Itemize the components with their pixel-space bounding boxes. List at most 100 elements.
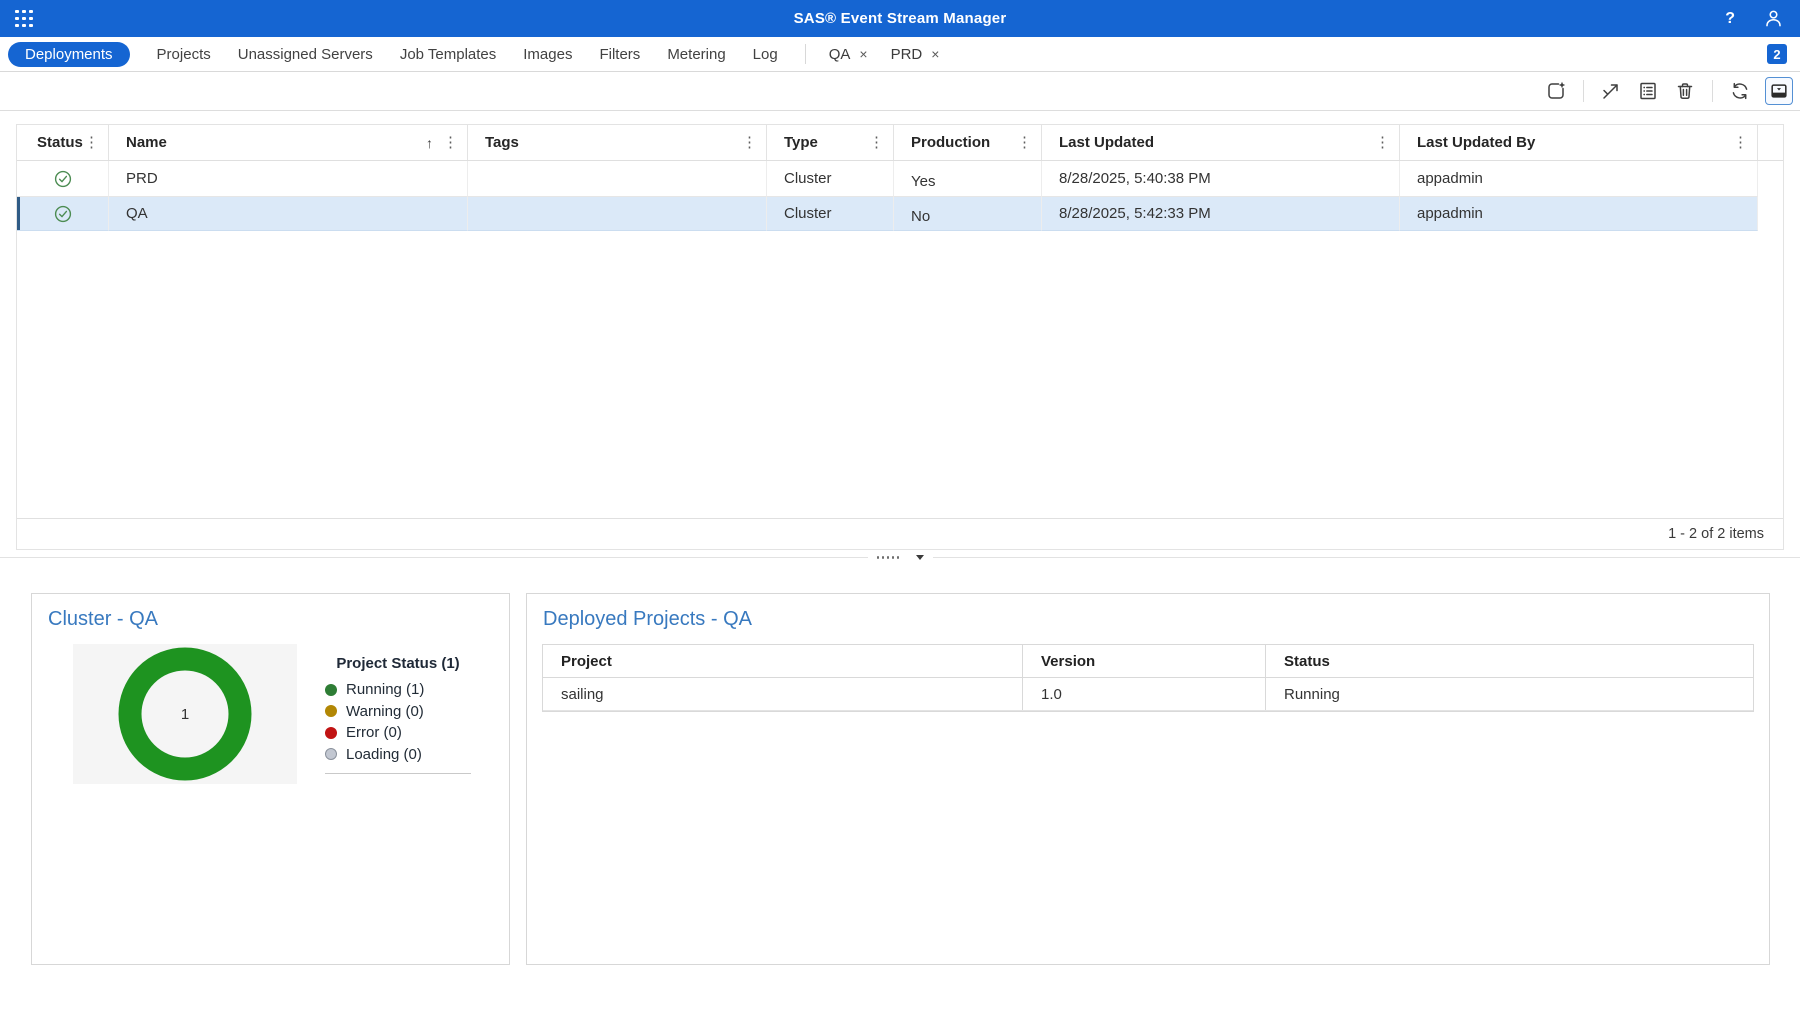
deployed-projects-panel: Deployed Projects - QA Project Version S… (526, 593, 1770, 965)
legend-item-warning: Warning (0) (325, 701, 471, 723)
legend-item-running: Running (1) (325, 679, 471, 701)
column-label: Tags (485, 134, 519, 151)
project-status-donut-chart: 1 (73, 644, 297, 784)
cluster-panel-title: Cluster - QA (48, 608, 509, 631)
refresh-icon[interactable] (1728, 78, 1752, 104)
column-menu-icon[interactable]: ⋮ (1017, 135, 1032, 150)
column-menu-icon[interactable]: ⋮ (443, 135, 458, 150)
column-header-project: Project (543, 645, 1023, 677)
grid-empty-area (17, 231, 1783, 518)
column-label: Status (37, 134, 83, 151)
new-deployment-icon[interactable] (1544, 78, 1568, 104)
status-ok-icon (54, 170, 72, 188)
toolbar-divider (1712, 80, 1713, 102)
grid-footer: 1 - 2 of 2 items (17, 518, 1783, 549)
tab-qa[interactable]: QA × (829, 46, 868, 63)
column-label: Type (784, 134, 818, 151)
tags-cell (468, 161, 767, 197)
cluster-panel: Cluster - QA 1 Project Status (1) Runnin… (31, 593, 510, 965)
tab-prd[interactable]: PRD × (891, 46, 940, 63)
grid-toolbar (0, 72, 1800, 111)
last-updated-by-cell: appadmin (1400, 161, 1758, 197)
column-header-last-updated-by[interactable]: Last Updated By ⋮ (1400, 125, 1758, 160)
app-bar: SAS® Event Stream Manager ? (0, 0, 1800, 37)
version-cell: 1.0 (1023, 678, 1266, 710)
name-cell: QA (109, 197, 468, 231)
warning-dot-icon (325, 705, 337, 717)
nav-item-job-templates[interactable]: Job Templates (400, 46, 496, 63)
column-menu-icon[interactable]: ⋮ (84, 135, 99, 150)
column-header-type[interactable]: Type ⋮ (767, 125, 894, 160)
app-title: SAS® Event Stream Manager (0, 10, 1800, 27)
column-menu-icon[interactable]: ⋮ (869, 135, 884, 150)
tags-cell (468, 197, 767, 231)
nav-item-deployments[interactable]: Deployments (8, 42, 130, 67)
column-header-version: Version (1023, 645, 1266, 677)
deployments-grid: Status ⋮ Name ↑ ⋮ Tags ⋮ Type ⋮ Producti… (16, 124, 1784, 550)
promote-icon[interactable] (1599, 78, 1623, 104)
column-label: Production (911, 134, 990, 151)
production-cell: Yes (894, 161, 1042, 197)
nav-item-filters[interactable]: Filters (599, 46, 640, 63)
status-cell (17, 161, 109, 197)
nav-item-projects[interactable]: Projects (157, 46, 211, 63)
column-header-production[interactable]: Production ⋮ (894, 125, 1042, 160)
column-menu-icon[interactable]: ⋮ (1733, 135, 1748, 150)
close-icon[interactable]: × (859, 46, 867, 62)
table-row-prd[interactable]: PRD Cluster Yes 8/28/2025, 5:40:38 PM ap… (17, 161, 1783, 197)
main-nav: Deployments Projects Unassigned Servers … (0, 37, 1800, 72)
last-updated-cell: 8/28/2025, 5:42:33 PM (1042, 197, 1400, 231)
type-cell: Cluster (767, 197, 894, 231)
collapse-panel-arrow-icon[interactable] (916, 555, 924, 560)
nav-item-metering[interactable]: Metering (667, 46, 725, 63)
tab-prd-label: PRD (891, 46, 923, 63)
grid-header: Status ⋮ Name ↑ ⋮ Tags ⋮ Type ⋮ Producti… (17, 125, 1783, 161)
user-icon[interactable] (1763, 8, 1784, 29)
type-cell: Cluster (767, 161, 894, 197)
column-header-status[interactable]: Status ⋮ (17, 125, 109, 160)
delete-icon[interactable] (1673, 78, 1697, 104)
legend-divider (325, 773, 471, 774)
legend-label: Running (1) (346, 681, 424, 698)
splitter-grip[interactable] (868, 555, 933, 560)
column-menu-icon[interactable]: ⋮ (742, 135, 757, 150)
bottom-panel-toggle[interactable] (1765, 77, 1793, 105)
column-header-name[interactable]: Name ↑ ⋮ (109, 125, 468, 160)
pagination-label: 1 - 2 of 2 items (1668, 526, 1764, 542)
app-switcher-icon[interactable] (15, 10, 33, 28)
legend-label: Error (0) (346, 724, 402, 741)
row-filler (1758, 197, 1784, 231)
legend-item-error: Error (0) (325, 722, 471, 744)
bottom-panel-icon (1769, 81, 1789, 101)
donut-center-value: 1 (73, 706, 297, 723)
nav-item-images[interactable]: Images (523, 46, 572, 63)
table-row-sailing[interactable]: sailing 1.0 Running (543, 678, 1753, 711)
status-cell (17, 197, 109, 231)
deployed-projects-header: Project Version Status (543, 645, 1753, 678)
toolbar-divider (1583, 80, 1584, 102)
last-updated-cell: 8/28/2025, 5:40:38 PM (1042, 161, 1400, 197)
running-dot-icon (325, 684, 337, 696)
tab-qa-label: QA (829, 46, 851, 63)
chart-legend: Project Status (1) Running (1) Warning (… (325, 655, 471, 784)
status-ok-icon (54, 205, 72, 223)
close-icon[interactable]: × (931, 46, 939, 62)
table-row-qa[interactable]: QA Cluster No 8/28/2025, 5:42:33 PM appa… (17, 197, 1783, 231)
selection-count-badge: 2 (1767, 44, 1787, 64)
deployed-projects-title: Deployed Projects - QA (543, 608, 1769, 631)
nav-item-log[interactable]: Log (753, 46, 778, 63)
column-header-tags[interactable]: Tags ⋮ (468, 125, 767, 160)
legend-item-loading: Loading (0) (325, 744, 471, 766)
sort-ascending-icon[interactable]: ↑ (426, 135, 433, 151)
nav-divider (805, 44, 806, 64)
status-cell: Running (1266, 678, 1753, 710)
help-icon[interactable]: ? (1725, 10, 1735, 28)
legend-label: Warning (0) (346, 703, 424, 720)
column-menu-icon[interactable]: ⋮ (1375, 135, 1390, 150)
details-icon[interactable] (1636, 78, 1660, 104)
column-header-last-updated[interactable]: Last Updated ⋮ (1042, 125, 1400, 160)
legend-title: Project Status (1) (325, 655, 471, 672)
nav-item-unassigned-servers[interactable]: Unassigned Servers (238, 46, 373, 63)
column-header-status: Status (1266, 645, 1753, 677)
row-filler (1758, 161, 1784, 197)
